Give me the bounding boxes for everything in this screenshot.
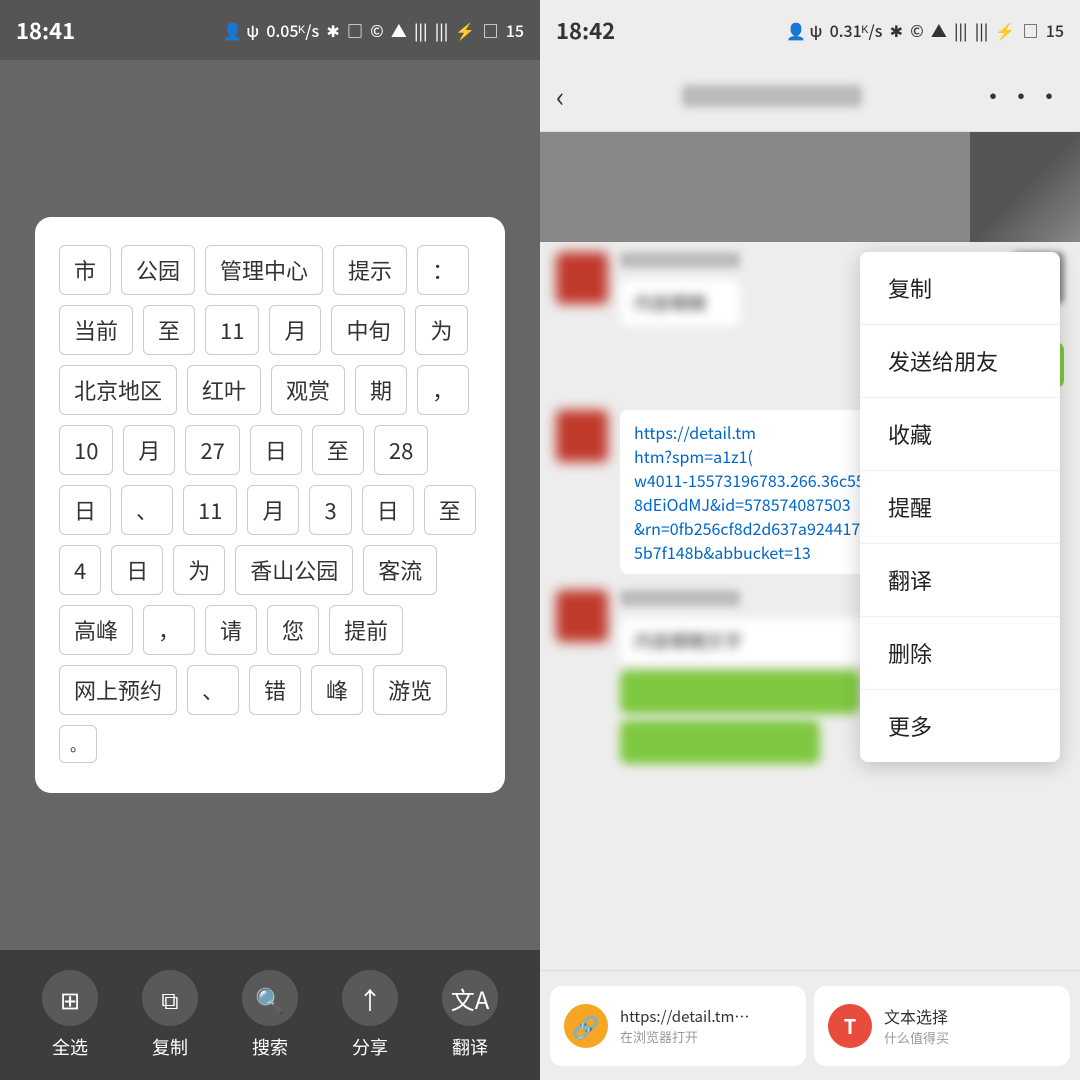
select-all-label: 全选 [52,1034,88,1060]
select-all-icon[interactable]: ⊞ [42,970,98,1026]
word-item[interactable]: 日 [362,485,414,535]
word-item[interactable]: 27 [185,425,239,475]
word-grid: 市 公园 管理中心 提示 ： 当前 至 11 月 中旬 为 北京地区 红叶 观赏… [59,245,481,763]
word-item[interactable]: 至 [312,425,364,475]
link-url: https://detail.tmall... [620,1006,750,1027]
more-button[interactable]: ··· [980,77,1064,114]
context-menu: 复制 发送给朋友 收藏 提醒 翻译 删除 更多 [860,252,1060,762]
context-menu-delete[interactable]: 删除 [860,617,1060,690]
share-label: 分享 [352,1034,388,1060]
word-item[interactable]: ： [417,245,469,295]
word-item[interactable]: 11 [205,305,259,355]
context-menu-overlay: 复制 发送给朋友 收藏 提醒 翻译 删除 更多 [540,132,1080,970]
word-item[interactable]: 月 [123,425,175,475]
right-status-icons: 👤 ψ 0.31ᴷ/s ✱ © ▲ ||| ||| ⚡ □ 15 [786,18,1064,42]
search-label: 搜索 [252,1034,288,1060]
word-item[interactable]: 峰 [311,665,363,715]
word-item[interactable]: 公园 [121,245,195,295]
word-item[interactable]: 为 [415,305,467,355]
word-item[interactable]: 网上预约 [59,665,177,715]
chat-title-blurred [682,85,862,107]
word-item[interactable]: ， [417,365,469,415]
translate-label: 翻译 [452,1034,488,1060]
word-item[interactable]: 至 [143,305,195,355]
toolbar-translate[interactable]: 文A 翻译 [442,970,498,1060]
word-item[interactable]: 提示 [333,245,407,295]
word-item[interactable]: 错 [249,665,301,715]
left-toolbar: ⊞ 全选 ⧉ 复制 🔍 搜索 ↑ 分享 文A 翻译 [0,950,540,1080]
word-selection-card: 市 公园 管理中心 提示 ： 当前 至 11 月 中旬 为 北京地区 红叶 观赏… [35,217,505,793]
left-content: 市 公园 管理中心 提示 ： 当前 至 11 月 中旬 为 北京地区 红叶 观赏… [0,60,540,950]
word-item[interactable]: 市 [59,245,111,295]
translate-icon[interactable]: 文A [442,970,498,1026]
toolbar-search[interactable]: 🔍 搜索 [242,970,298,1060]
word-item[interactable]: 当前 [59,305,133,355]
word-item[interactable]: 、 [187,665,239,715]
word-item[interactable]: 游览 [373,665,447,715]
word-item[interactable]: 提前 [329,605,403,655]
text-icon: T [828,1004,872,1048]
word-item[interactable]: 日 [250,425,302,475]
word-item[interactable]: 中旬 [331,305,405,355]
context-menu-copy[interactable]: 复制 [860,252,1060,325]
link-text-area: https://detail.tmall... 在浏览器打开 [620,1006,792,1046]
copy-icon[interactable]: ⧉ [142,970,198,1026]
chat-header: ‹ ··· [540,60,1080,132]
link-icon: 🔗 [564,1004,608,1048]
right-time: 18:42 [556,14,615,46]
word-item[interactable]: 管理中心 [205,245,323,295]
toolbar-share[interactable]: ↑ 分享 [342,970,398,1060]
chat-title-area [564,85,980,107]
open-in-browser-button[interactable]: 🔗 https://detail.tmall... 在浏览器打开 [550,986,806,1066]
word-item[interactable]: 香山公园 [235,545,353,595]
word-item[interactable]: ， [143,605,195,655]
chat-body: 内容模糊 支... https://detail.tmhtm?spm=a1z1(… [540,132,1080,970]
left-time: 18:41 [16,14,75,46]
toolbar-copy[interactable]: ⧉ 复制 [142,970,198,1060]
toolbar-select-all[interactable]: ⊞ 全选 [42,970,98,1060]
word-item[interactable]: 11 [183,485,237,535]
word-item[interactable]: 至 [424,485,476,535]
context-menu-favorite[interactable]: 收藏 [860,398,1060,471]
context-menu-more[interactable]: 更多 [860,690,1060,762]
word-item[interactable]: 3 [309,485,351,535]
status-bar-right: 18:42 👤 ψ 0.31ᴷ/s ✱ © ▲ ||| ||| ⚡ □ 15 [540,0,1080,60]
context-menu-remind[interactable]: 提醒 [860,471,1060,544]
text-sub: 什么值得买 [884,1028,949,1047]
word-item[interactable]: 10 [59,425,113,475]
left-panel: 18:41 👤 ψ 0.05ᴷ/s ✱ □ © ▲ ||| ||| ⚡ □ 15… [0,0,540,1080]
word-item[interactable]: 您 [267,605,319,655]
word-item[interactable]: 为 [173,545,225,595]
word-item-dot[interactable]: 。 [59,725,97,763]
back-button[interactable]: ‹ [556,76,564,116]
word-item[interactable]: 日 [111,545,163,595]
word-item[interactable]: 月 [269,305,321,355]
word-item[interactable]: 红叶 [187,365,261,415]
word-item[interactable]: 、 [121,485,173,535]
word-item[interactable]: 4 [59,545,101,595]
context-menu-translate[interactable]: 翻译 [860,544,1060,617]
word-item[interactable]: 28 [374,425,428,475]
word-item[interactable]: 月 [247,485,299,535]
share-icon[interactable]: ↑ [342,970,398,1026]
word-item[interactable]: 客流 [363,545,437,595]
word-item[interactable]: 观赏 [271,365,345,415]
word-item[interactable]: 北京地区 [59,365,177,415]
context-menu-send[interactable]: 发送给朋友 [860,325,1060,398]
word-item[interactable]: 期 [355,365,407,415]
word-item[interactable]: 日 [59,485,111,535]
chat-bottom: 🔗 https://detail.tmall... 在浏览器打开 T 文本选择 … [540,970,1080,1080]
text-label: 文本选择 [884,1004,949,1028]
copy-label: 复制 [152,1034,188,1060]
link-sub: 在浏览器打开 [620,1027,792,1046]
left-status-icons: 👤 ψ 0.05ᴷ/s ✱ □ © ▲ ||| ||| ⚡ □ 15 [223,18,524,42]
text-select-button[interactable]: T 文本选择 什么值得买 [814,986,1070,1066]
status-bar-left: 18:41 👤 ψ 0.05ᴷ/s ✱ □ © ▲ ||| ||| ⚡ □ 15 [0,0,540,60]
word-item[interactable]: 请 [205,605,257,655]
word-item[interactable]: 高峰 [59,605,133,655]
right-panel: 18:42 👤 ψ 0.31ᴷ/s ✱ © ▲ ||| ||| ⚡ □ 15 ‹… [540,0,1080,1080]
search-icon[interactable]: 🔍 [242,970,298,1026]
